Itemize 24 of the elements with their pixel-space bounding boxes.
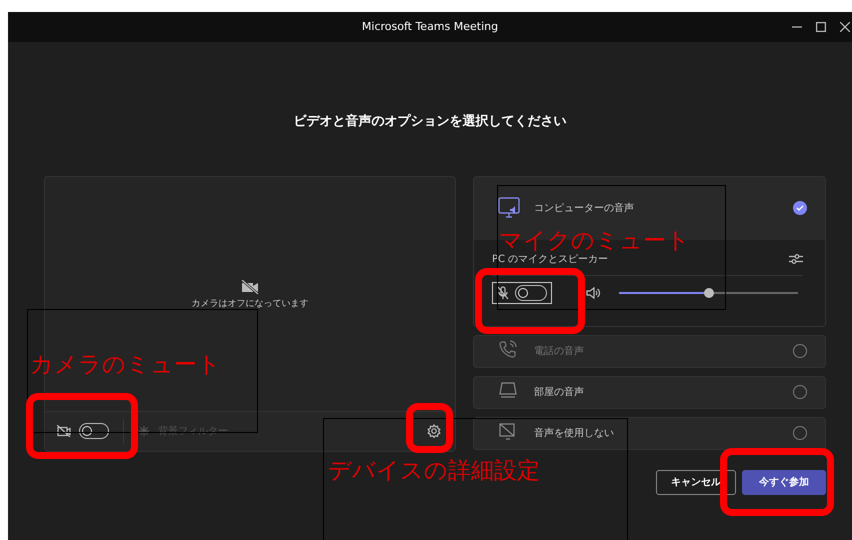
audio-option[interactable]: 音声を使用しない	[473, 416, 826, 450]
mic-control[interactable]	[492, 282, 552, 304]
device-name: PC のマイクとスピーカー	[492, 252, 608, 266]
window-title: Microsoft Teams Meeting	[362, 18, 498, 35]
camera-toggle[interactable]	[79, 423, 109, 439]
audio-option[interactable]: 部屋の音声	[473, 376, 826, 408]
speaker-icon[interactable]	[586, 286, 600, 300]
annotation-label: デバイスの詳細設定	[328, 460, 540, 483]
check-circle-icon[interactable]	[793, 201, 807, 215]
radio-button[interactable]	[793, 426, 807, 440]
microphone-off-icon	[497, 286, 509, 300]
settings-icon[interactable]	[427, 424, 441, 438]
camera-off-icon[interactable]	[57, 425, 71, 437]
highlight-frame	[406, 403, 453, 453]
join-button[interactable]: 今すぐ参加	[742, 470, 826, 494]
camera-status-text: カメラはオフになっています	[192, 298, 308, 311]
maximize-icon[interactable]	[816, 22, 826, 32]
adjust-settings-icon[interactable]	[789, 253, 803, 265]
annotation-label: カメラのミュート	[30, 354, 221, 377]
close-icon[interactable]	[840, 22, 850, 32]
heading: ビデオと音声のオプションを選択してください	[292, 112, 568, 131]
camera-off-icon	[241, 280, 259, 294]
monitor-speaker-icon	[498, 197, 520, 219]
radio-button[interactable]	[793, 385, 807, 399]
